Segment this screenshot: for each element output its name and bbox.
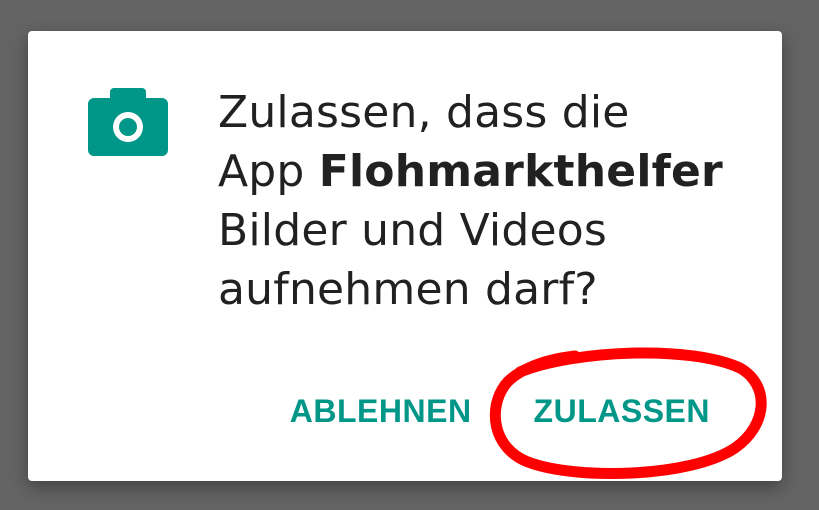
camera-icon: [88, 88, 168, 156]
app-name: Flohmarkthelfer: [318, 146, 723, 197]
message-line-3: Bilder und Videos: [218, 205, 608, 256]
message-line-1: Zulassen, dass die: [218, 87, 630, 138]
deny-button[interactable]: ABLEHNEN: [290, 393, 472, 430]
message-prefix: App: [218, 146, 319, 197]
message-line-2: App Flohmarkthelfer: [218, 142, 758, 201]
permission-dialog: Zulassen, dass die App Flohmarkthelfer B…: [28, 31, 782, 481]
permission-message: Zulassen, dass die App Flohmarkthelfer B…: [218, 83, 758, 319]
allow-button[interactable]: ZULASSEN: [534, 393, 710, 430]
message-line-4: aufnehmen darf?: [218, 264, 598, 315]
dialog-actions: ABLEHNEN ZULASSEN: [290, 389, 710, 433]
